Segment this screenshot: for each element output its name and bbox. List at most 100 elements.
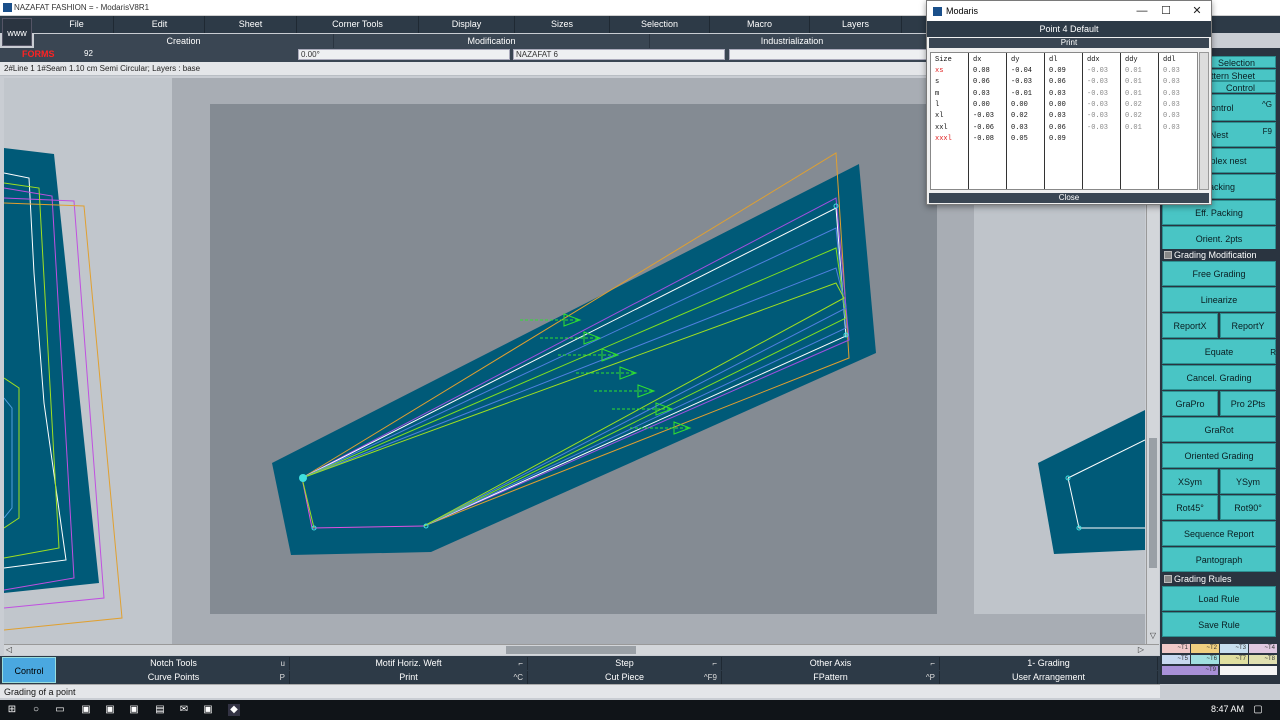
notification-icon[interactable]: ▢	[1252, 704, 1264, 716]
panel-button-free-grading[interactable]: Free Grading	[1162, 261, 1276, 286]
table-cell: -0.04	[1011, 67, 1033, 75]
grading-rules-header[interactable]: Grading Rules	[1162, 573, 1278, 585]
menu-selection[interactable]: Selection	[610, 16, 710, 33]
grading-modification-header[interactable]: Grading Modification	[1162, 249, 1278, 261]
sheet-name-label: FORMS	[22, 49, 55, 59]
table-cell: -0.03	[1087, 112, 1109, 121]
panel-button-pantograph[interactable]: Pantograph	[1162, 547, 1276, 572]
table-cell: 0.00	[973, 100, 990, 109]
mail-icon[interactable]: ✉	[178, 704, 190, 716]
table-cell: 0.01	[1125, 78, 1142, 87]
task-view-icon[interactable]: ▭	[54, 704, 66, 716]
empty-field[interactable]	[729, 49, 929, 60]
panel-button-reportx[interactable]: ReportX	[1162, 313, 1218, 338]
app-icon-2[interactable]: ▣	[104, 704, 116, 716]
folder-icon[interactable]: ▤	[154, 704, 166, 716]
modaris-app-icon[interactable]: ◆	[228, 704, 240, 716]
menu-file[interactable]: File	[40, 16, 114, 33]
panel-button-save-rule[interactable]: Save Rule	[1162, 612, 1276, 637]
left-pattern-piece[interactable]	[4, 148, 123, 631]
right-pattern-piece[interactable]	[1038, 410, 1145, 554]
clock: 8:47 AM	[1210, 704, 1244, 714]
bottom-tool-cut-piece[interactable]: Cut Piece ^F9	[528, 671, 722, 684]
bottom-tool-1-grading[interactable]: 1- Grading	[940, 657, 1158, 670]
submenu-industrialization[interactable]: Industrialization	[650, 34, 934, 48]
panel-button-grapro[interactable]: GraPro	[1162, 391, 1218, 416]
panel-button-ysym[interactable]: YSym	[1220, 469, 1276, 494]
table-cell: -0.03	[1087, 67, 1109, 75]
header-label: Grading Rules	[1174, 574, 1232, 584]
panel-button-rot90-[interactable]: Rot90°	[1220, 495, 1276, 520]
column-header: ddy	[1125, 56, 1138, 64]
panel-button-pro-2pts[interactable]: Pro 2Pts	[1220, 391, 1276, 416]
selected-point-4[interactable]	[299, 474, 307, 482]
app-icon-4[interactable]: ▣	[202, 704, 214, 716]
table-scrollbar[interactable]	[1199, 52, 1209, 190]
table-cell: 0.03	[1163, 100, 1180, 109]
table-cell: -0.06	[973, 123, 995, 132]
dialog-close-button[interactable]: Close	[929, 193, 1209, 203]
minimize-icon[interactable]: —	[1134, 4, 1150, 18]
app-logo-icon	[3, 3, 12, 12]
bottom-tool-print[interactable]: Print ^C	[290, 671, 528, 684]
table-column-ddx: ddx -0.03 -0.03 -0.03 -0.03 -0.03 -0.03	[1083, 53, 1121, 189]
main-pattern-piece[interactable]	[272, 152, 876, 555]
checkbox-icon[interactable]	[1164, 251, 1172, 259]
scroll-down-icon[interactable]: ▽	[1148, 631, 1158, 641]
table-column-ddy: ddy 0.01 0.01 0.01 0.02 0.02 0.01	[1121, 53, 1159, 189]
control-button[interactable]: Control	[2, 657, 56, 683]
panel-button-grarot[interactable]: GraRot	[1162, 417, 1276, 442]
bottom-tool-notch-tools[interactable]: Notch Tools u	[58, 657, 290, 670]
value-field[interactable]: 92	[82, 49, 294, 60]
menu-sheet[interactable]: Sheet	[205, 16, 297, 33]
scroll-left-icon[interactable]: ◁	[4, 645, 14, 655]
table-cell: 0.03	[1049, 112, 1066, 121]
table-cell: 0.06	[1049, 123, 1066, 132]
panel-button-rot45-[interactable]: Rot45°	[1162, 495, 1218, 520]
dialog-titlebar: Modaris — ☐ ✕	[927, 1, 1211, 21]
menu-display[interactable]: Display	[419, 16, 515, 33]
menu-corner-tools[interactable]: Corner Tools	[297, 16, 419, 33]
horizontal-scrollbar[interactable]: ◁ ▷	[4, 644, 1159, 655]
menu-edit[interactable]: Edit	[115, 16, 205, 33]
print-button[interactable]: Print	[929, 38, 1209, 48]
maximize-icon[interactable]: ☐	[1158, 4, 1174, 18]
modaris-logo-icon	[933, 7, 942, 16]
search-icon[interactable]: ○	[30, 704, 42, 716]
panel-button-cancel-grading[interactable]: Cancel. Grading	[1162, 365, 1276, 390]
table-cell: 0.02	[1125, 112, 1142, 121]
size-color-swatches[interactable]: ~T1 ~T2 ~T3 ~T4 ~T5 ~T6 ~T7 ~T8 ~T9	[1160, 642, 1280, 684]
menu-layers[interactable]: Layers	[810, 16, 902, 33]
windows-start-icon[interactable]: ⊞	[6, 704, 18, 716]
submenu-bar: Creation Modification Industrialization	[34, 34, 934, 48]
bottom-tool-motif-horiz-weft[interactable]: Motif Horiz. Weft ⌐	[290, 657, 528, 670]
submenu-creation[interactable]: Creation	[34, 34, 334, 48]
table-cell: 0.03	[973, 89, 990, 98]
app-icon-3[interactable]: ▣	[128, 704, 140, 716]
panel-button-xsym[interactable]: XSym	[1162, 469, 1218, 494]
bottom-tool-curve-points[interactable]: Curve Points P	[58, 671, 290, 684]
panel-button-sequence-report[interactable]: Sequence Report	[1162, 521, 1276, 546]
bottom-tool-other-axis[interactable]: Other Axis ⌐	[722, 657, 940, 670]
column-header: dl	[1049, 56, 1058, 64]
table-cell: 0.02	[1125, 100, 1142, 109]
bottom-tool-step[interactable]: Step ⌐	[528, 657, 722, 670]
app-icon-1[interactable]: ▣	[80, 704, 92, 716]
bottom-tool-fpattern[interactable]: FPattern ^P	[722, 671, 940, 684]
scroll-right-icon[interactable]: ▷	[1136, 645, 1146, 655]
angle-field[interactable]: 0.00°	[298, 49, 510, 60]
menu-macro[interactable]: Macro	[710, 16, 810, 33]
panel-button-oriented-grading[interactable]: Oriented Grading	[1162, 443, 1276, 468]
panel-button-equate[interactable]: Equate	[1162, 339, 1276, 364]
panel-button-load-rule[interactable]: Load Rule	[1162, 586, 1276, 611]
checkbox-icon[interactable]	[1164, 575, 1172, 583]
menu-sizes[interactable]: Sizes	[515, 16, 610, 33]
panel-button-orient-2pts[interactable]: Orient. 2pts	[1162, 226, 1276, 251]
panel-button-reporty[interactable]: ReportY	[1220, 313, 1276, 338]
www-button[interactable]: www	[2, 18, 32, 46]
panel-button-linearize[interactable]: Linearize	[1162, 287, 1276, 312]
model-field[interactable]: NAZAFAT 6	[513, 49, 725, 60]
submenu-modification[interactable]: Modification	[334, 34, 650, 48]
bottom-tool-user-arrangement[interactable]: User Arrangement	[940, 671, 1158, 684]
close-window-icon[interactable]: ✕	[1189, 4, 1205, 18]
